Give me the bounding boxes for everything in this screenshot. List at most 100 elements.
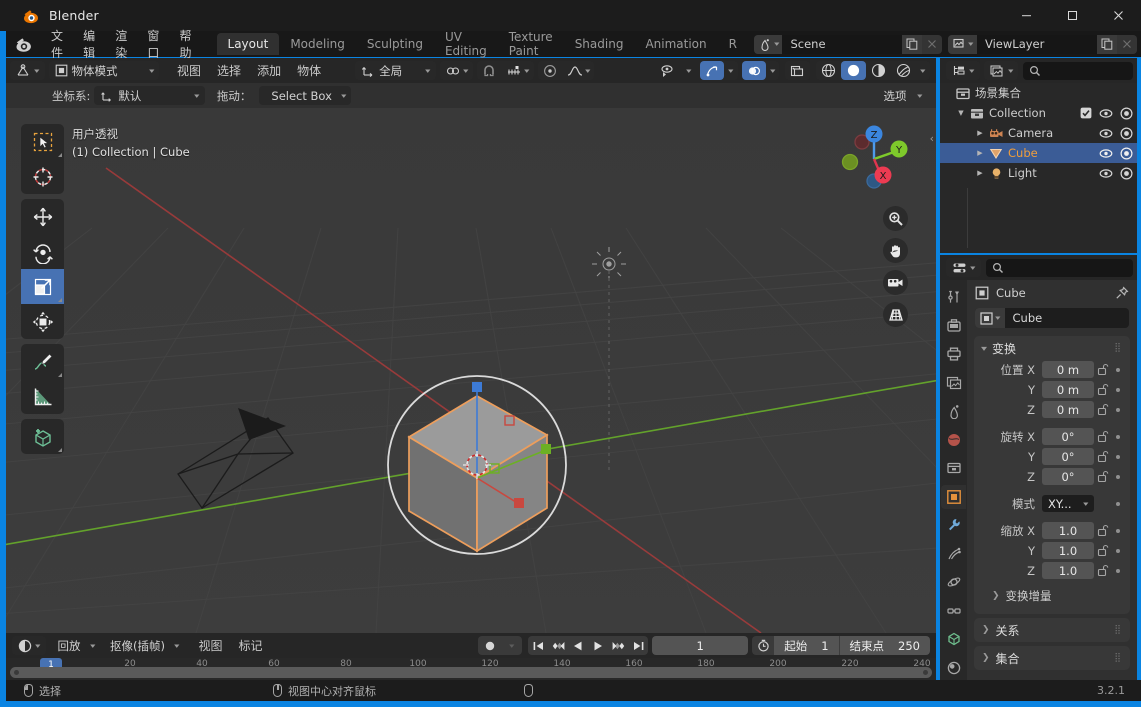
tab-animation[interactable]: Animation [634, 33, 717, 55]
zoom-view-button[interactable] [883, 206, 908, 231]
options-dropdown[interactable]: 选项 ▾ [877, 86, 928, 105]
checkbox-icon[interactable] [1080, 107, 1092, 119]
scene-browse-button[interactable]: ▾ [753, 34, 783, 54]
toggle-orthographic-button[interactable] [883, 302, 908, 327]
camera-render-icon[interactable] [1120, 146, 1133, 160]
scale-y-field[interactable]: 1.0 [1042, 542, 1094, 559]
visibility-dropdown[interactable]: ▾ [653, 61, 697, 80]
shading-options-chevron[interactable]: ▾ [916, 61, 930, 80]
orientation-dropdown[interactable]: 默认 ▾ [94, 86, 205, 105]
tab-layout[interactable]: Layout [216, 33, 280, 55]
transform-panel-header[interactable]: ▾ 变换 ⣿ [974, 336, 1130, 360]
outliner-scene-collection-row[interactable]: 场景集合 [940, 83, 1137, 103]
rotation-mode-animate-dot[interactable] [1111, 501, 1124, 506]
viewport-menu-view[interactable]: 视图 [169, 60, 209, 81]
rotation-x-field[interactable]: 0° [1042, 428, 1094, 445]
location-z-field[interactable]: 0 m [1042, 401, 1094, 418]
location-x-animate-dot[interactable] [1111, 367, 1124, 372]
tool-move[interactable] [21, 199, 64, 234]
object-datablock-button[interactable]: ▾ [975, 308, 1005, 328]
location-z-animate-dot[interactable] [1111, 407, 1124, 412]
blender-menu-icon[interactable] [14, 35, 33, 54]
tool-measure[interactable] [21, 379, 64, 414]
tab-modifier-properties[interactable] [941, 513, 966, 538]
tool-scale[interactable] [21, 269, 64, 304]
scale-y-animate-dot[interactable] [1111, 548, 1124, 553]
outliner-editor-type-button[interactable]: ▾ [946, 61, 980, 80]
drag-action-dropdown[interactable]: Select Box ▾ [259, 86, 352, 105]
tab-material-properties[interactable] [941, 656, 966, 681]
rotation-x-animate-dot[interactable] [1111, 434, 1124, 439]
snapping-dropdown[interactable]: ▾ [439, 61, 474, 80]
rotation-mode-dropdown[interactable]: XY... ▾ [1042, 495, 1094, 512]
scale-z-field[interactable]: 1.0 [1042, 562, 1094, 579]
timeline-editor-type-button[interactable]: ▾ [12, 636, 46, 655]
camera-render-icon[interactable] [1120, 166, 1133, 180]
scene-unlink-button[interactable] [922, 34, 943, 54]
tab-output-properties[interactable] [941, 342, 966, 367]
expand-triangle-icon[interactable]: ▶ [973, 129, 987, 137]
scale-x-field[interactable]: 1.0 [1042, 522, 1094, 539]
eye-icon[interactable] [1099, 128, 1113, 139]
outliner-item-collection[interactable]: ▼ Collection [940, 103, 1137, 123]
properties-search-input[interactable] [985, 258, 1133, 277]
rotation-y-animate-dot[interactable] [1111, 454, 1124, 459]
viewlayer-name-field[interactable]: ViewLayer [977, 34, 1097, 54]
location-x-field[interactable]: 0 m [1042, 361, 1094, 378]
tab-world-properties[interactable] [941, 428, 966, 453]
camera-render-icon[interactable] [1120, 126, 1133, 140]
rotation-z-lock-icon[interactable] [1094, 470, 1111, 483]
outliner-search-input[interactable] [1023, 61, 1133, 80]
location-y-animate-dot[interactable] [1111, 387, 1124, 392]
tab-data-properties[interactable] [941, 627, 966, 652]
tab-object-properties[interactable] [941, 484, 966, 509]
tool-tweak-select-box[interactable] [21, 124, 64, 159]
expand-triangle-icon[interactable]: ▶ [973, 169, 987, 177]
tool-add-cube[interactable] [21, 419, 64, 454]
tab-modeling[interactable]: Modeling [279, 33, 356, 55]
timeline-editor[interactable]: ▾ 回放 ▾ 抠像(插帧) ▾ 视图 标记 ▾ 1 起始 1 结束点 250 2… [6, 633, 936, 680]
rotation-z-animate-dot[interactable] [1111, 474, 1124, 479]
current-frame-field[interactable]: 1 [652, 636, 749, 655]
magnet-toggle-icon[interactable] [477, 61, 501, 80]
shading-wireframe-button[interactable] [816, 61, 841, 80]
rotation-y-field[interactable]: 0° [1042, 448, 1094, 465]
rotation-y-lock-icon[interactable] [1094, 450, 1111, 463]
close-button[interactable] [1095, 0, 1141, 31]
outliner-item-cube[interactable]: ▶ Cube [940, 143, 1137, 163]
scale-z-lock-icon[interactable] [1094, 564, 1111, 577]
overlays-options-chevron[interactable]: ▾ [766, 61, 780, 80]
rotation-x-lock-icon[interactable] [1094, 430, 1111, 443]
jump-to-start-button[interactable] [528, 636, 548, 655]
properties-editor-type-button[interactable]: ▾ [946, 258, 981, 277]
tab-tool-properties[interactable] [941, 285, 966, 310]
jump-to-end-button[interactable] [628, 636, 648, 655]
play-reverse-button[interactable] [568, 636, 588, 655]
collections-panel-header[interactable]: ❯ 集合 ⣿ [974, 646, 1130, 670]
jump-to-next-keyframe-button[interactable] [608, 636, 628, 655]
navigation-gizmo[interactable]: Z Y X [835, 120, 913, 198]
move-view-button[interactable] [883, 238, 908, 263]
rotation-z-field[interactable]: 0° [1042, 468, 1094, 485]
shading-rendered-button[interactable] [891, 61, 916, 80]
tab-shading[interactable]: Shading [564, 33, 635, 55]
transform-orientation-dropdown[interactable]: 全局 ▾ [355, 61, 436, 80]
viewlayer-browse-button[interactable]: ▾ [948, 34, 977, 54]
start-frame-field[interactable]: 起始 1 [774, 636, 839, 655]
pin-icon[interactable] [1115, 286, 1129, 300]
playback-dropdown[interactable]: 回放 ▾ [52, 636, 101, 655]
viewport-menu-object[interactable]: 物体 [289, 60, 329, 81]
viewport-canvas[interactable] [6, 108, 936, 633]
object-name-field[interactable]: ▾ Cube [975, 308, 1129, 328]
timeline-track-area[interactable]: 20 40 60 80 100 120 140 160 180 200 220 … [6, 658, 936, 680]
tab-uv-editing[interactable]: UV Editing [434, 26, 498, 62]
outliner-display-mode-button[interactable]: ▾ [983, 61, 1019, 80]
viewlayer-remove-button[interactable] [1117, 34, 1137, 54]
outliner-item-camera[interactable]: ▶ Camera [940, 123, 1137, 143]
tab-particle-properties[interactable] [941, 542, 966, 567]
play-button[interactable] [588, 636, 608, 655]
use-preview-range-icon[interactable] [752, 636, 775, 655]
tab-texture-paint[interactable]: Texture Paint [498, 26, 564, 62]
editor-type-button[interactable]: ▾ [10, 61, 45, 80]
falloff-curve-icon[interactable]: ▾ [562, 61, 595, 80]
